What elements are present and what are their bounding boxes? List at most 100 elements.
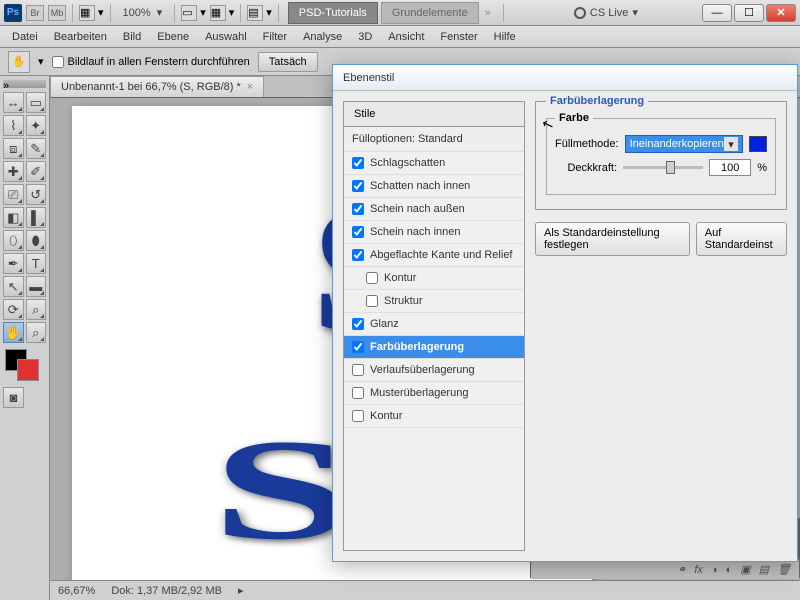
wand-tool[interactable]: ✦ (26, 115, 47, 136)
workspace-tab-elements[interactable]: Grundelemente (381, 2, 479, 24)
screen-mode-icon[interactable]: ▦ (210, 5, 226, 21)
style-inner-glow[interactable]: Schein nach innen (344, 221, 524, 244)
pen-tool[interactable]: ✒ (3, 253, 24, 274)
trash-icon[interactable]: 🗑 (777, 563, 791, 576)
brush-tool[interactable]: ✐ (26, 161, 47, 182)
maximize-button[interactable]: ☐ (734, 4, 764, 22)
document-tab[interactable]: Unbenannt-1 bei 66,7% (S, RGB/8) *× (50, 76, 264, 97)
reset-default-button[interactable]: Auf Standardeinst (696, 222, 787, 256)
actual-pixels-button[interactable]: Tatsäch (258, 52, 318, 72)
move-tool[interactable]: ↔ (3, 92, 24, 113)
zoom-dropdown[interactable]: 100%▾ (117, 6, 169, 19)
status-zoom[interactable]: 66,67% (58, 585, 95, 597)
heal-tool[interactable]: ✚ (3, 161, 24, 182)
gradient-tool[interactable]: ▌ (26, 207, 47, 228)
quickmask-button[interactable]: ◙ (3, 387, 24, 408)
eyedropper-tool[interactable]: ✎ (26, 138, 47, 159)
folder-icon[interactable]: ▣ (740, 563, 750, 576)
adjust-icon[interactable]: ◐ (726, 564, 733, 576)
3d-camera-tool[interactable]: ⌕ (26, 299, 47, 320)
style-settings-panel: Farbüberlagerung Farbe ↖ Füllmethode: In… (535, 101, 787, 551)
menu-ansicht[interactable]: Ansicht (380, 28, 432, 46)
menu-bild[interactable]: Bild (115, 28, 149, 46)
cs-live-button[interactable]: CS Live▾ (566, 6, 646, 19)
shape-tool[interactable]: ▬ (26, 276, 47, 297)
style-color-overlay[interactable]: Farbüberlagerung (344, 336, 524, 359)
style-bevel[interactable]: Abgeflachte Kante und Relief (344, 244, 524, 267)
mask-icon[interactable]: ◑ (711, 564, 718, 576)
eraser-tool[interactable]: ◧ (3, 207, 24, 228)
menu-fenster[interactable]: Fenster (432, 28, 485, 46)
stamp-tool[interactable]: ⎚ (3, 184, 24, 205)
circle-icon (574, 7, 586, 19)
style-outer-glow[interactable]: Schein nach außen (344, 198, 524, 221)
color-swatches[interactable] (3, 349, 43, 385)
status-doc-size[interactable]: Dok: 1,37 MB/2,92 MB (111, 585, 222, 597)
more-workspaces-icon[interactable]: » (485, 7, 491, 19)
styles-header[interactable]: Stile (344, 102, 524, 127)
crop-tool[interactable]: ⧈ (3, 138, 24, 159)
percent-label: % (757, 162, 767, 174)
style-gradient-overlay[interactable]: Verlaufsüberlagerung (344, 359, 524, 382)
bridge-button[interactable]: Br (26, 5, 44, 21)
dropdown-arrow-icon[interactable]: ▾ (38, 55, 44, 68)
hand-tool[interactable]: ✋ (3, 322, 24, 343)
view-extras-icon[interactable]: ▭ (181, 5, 197, 21)
opacity-slider[interactable] (623, 166, 703, 169)
set-default-button[interactable]: Als Standardeinstellung festlegen (535, 222, 690, 256)
blend-mode-dropdown[interactable]: Ineinanderkopieren ▾ (625, 135, 743, 153)
toolbox: » ↔▭ ⌇✦ ⧈✎ ✚✐ ⎚↺ ◧▌ ⬯⬮ ✒T ↖▬ ⟳⌕ ✋⌕ ◙ (0, 76, 50, 600)
style-contour[interactable]: Kontur (344, 267, 524, 290)
style-texture[interactable]: Struktur (344, 290, 524, 313)
menu-3d[interactable]: 3D (350, 28, 380, 46)
hand-tool-icon[interactable]: ✋ (8, 51, 30, 73)
panel-title: Farbüberlagerung (546, 95, 648, 107)
marquee-tool[interactable]: ▭ (26, 92, 47, 113)
menu-auswahl[interactable]: Auswahl (197, 28, 255, 46)
minimize-button[interactable]: — (702, 4, 732, 22)
link-icon[interactable]: ⚭ (677, 563, 686, 576)
blend-mode-label: Füllmethode: (555, 138, 619, 150)
menu-bearbeiten[interactable]: Bearbeiten (46, 28, 115, 46)
style-satin[interactable]: Glanz (344, 313, 524, 336)
arrange-icon[interactable]: ▦ (79, 5, 95, 21)
new-layer-icon[interactable]: ▤ (759, 563, 769, 576)
scroll-all-checkbox[interactable]: Bildlauf in allen Fenstern durchführen (52, 56, 250, 68)
dropdown-arrow-icon: ▾ (724, 137, 738, 151)
close-tab-icon[interactable]: × (247, 81, 253, 93)
history-brush-tool[interactable]: ↺ (26, 184, 47, 205)
blur-tool[interactable]: ⬯ (3, 230, 24, 251)
style-drop-shadow[interactable]: Schlagschatten (344, 152, 524, 175)
status-menu-icon[interactable]: ▸ (238, 584, 244, 597)
status-bar: 66,67% Dok: 1,37 MB/2,92 MB ▸ (50, 580, 800, 600)
lasso-tool[interactable]: ⌇ (3, 115, 24, 136)
fx-icon[interactable]: fx (694, 564, 703, 576)
opacity-input[interactable] (709, 159, 751, 176)
menu-hilfe[interactable]: Hilfe (486, 28, 524, 46)
minibridge-button[interactable]: Mb (48, 5, 66, 21)
style-list: Stile Fülloptionen: Standard Schlagschat… (343, 101, 525, 551)
layer-style-dialog: Ebenenstil Stile Fülloptionen: Standard … (332, 64, 798, 562)
background-swatch[interactable] (17, 359, 39, 381)
workspace-tab-tutorials[interactable]: PSD-Tutorials (288, 2, 378, 24)
close-button[interactable]: ✕ (766, 4, 796, 22)
fill-options-item[interactable]: Fülloptionen: Standard (344, 127, 524, 152)
dropdown-arrow-icon[interactable]: ▾ (98, 6, 104, 19)
3d-tool[interactable]: ⟳ (3, 299, 24, 320)
menu-analyse[interactable]: Analyse (295, 28, 350, 46)
style-inner-shadow[interactable]: Schatten nach innen (344, 175, 524, 198)
zoom-tool[interactable]: ⌕ (26, 322, 47, 343)
path-select-tool[interactable]: ↖ (3, 276, 24, 297)
dodge-tool[interactable]: ⬮ (26, 230, 47, 251)
menu-filter[interactable]: Filter (255, 28, 295, 46)
style-stroke[interactable]: Kontur (344, 405, 524, 428)
dialog-title-bar[interactable]: Ebenenstil (333, 65, 797, 91)
guides-icon[interactable]: ▤ (247, 5, 263, 21)
menu-ebene[interactable]: Ebene (149, 28, 197, 46)
toolbox-grip[interactable]: » (3, 80, 46, 88)
type-tool[interactable]: T (26, 253, 47, 274)
app-logo: Ps (4, 4, 22, 22)
menu-datei[interactable]: Datei (4, 28, 46, 46)
overlay-color-swatch[interactable] (749, 136, 767, 152)
style-pattern-overlay[interactable]: Musterüberlagerung (344, 382, 524, 405)
